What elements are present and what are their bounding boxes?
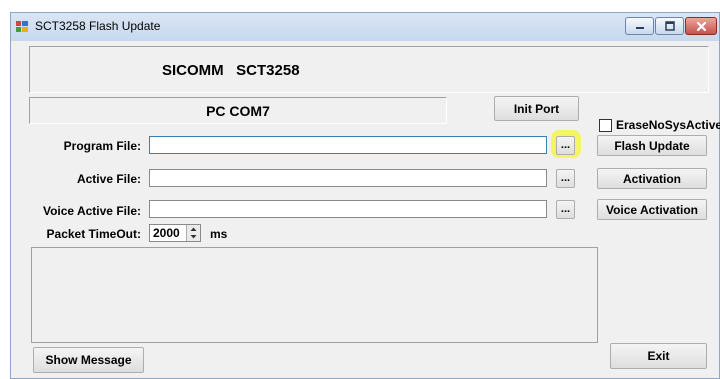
message-log[interactable] xyxy=(31,247,598,343)
spinner-down-icon[interactable] xyxy=(187,233,200,241)
activation-button[interactable]: Activation xyxy=(597,168,707,189)
program-file-browse-button[interactable]: ... xyxy=(556,136,575,155)
erase-no-sys-active-label[interactable]: EraseNoSysActive xyxy=(616,118,720,132)
flash-update-button[interactable]: Flash Update xyxy=(597,135,707,156)
exit-button[interactable]: Exit xyxy=(610,343,707,369)
port-status-text: PC COM7 xyxy=(206,103,270,119)
port-status-panel: PC COM7 xyxy=(29,97,447,124)
minimize-icon xyxy=(635,27,644,29)
title-bar[interactable]: SCT3258 Flash Update xyxy=(11,13,719,41)
device-model-title: SICOMM SCT3258 xyxy=(162,62,300,79)
minimize-button[interactable] xyxy=(625,17,654,35)
packet-timeout-value[interactable]: 2000 xyxy=(153,226,180,240)
spinner-up-icon[interactable] xyxy=(187,225,200,233)
window-title: SCT3258 Flash Update xyxy=(35,19,161,33)
maximize-icon xyxy=(664,21,675,31)
active-file-input[interactable] xyxy=(149,169,547,187)
app-window: SCT3258 Flash Update SICOMM SCT3258 PC C… xyxy=(10,12,720,379)
header-panel: SICOMM SCT3258 xyxy=(29,46,709,93)
maximize-button[interactable] xyxy=(655,17,684,35)
active-file-browse-button[interactable]: ... xyxy=(556,169,575,188)
close-button[interactable] xyxy=(685,17,717,35)
app-icon xyxy=(16,21,28,32)
close-icon xyxy=(696,21,706,31)
init-port-button[interactable]: Init Port xyxy=(494,96,579,121)
active-file-label: Active File: xyxy=(76,172,141,186)
erase-no-sys-active-checkbox[interactable] xyxy=(599,119,612,132)
program-file-input[interactable] xyxy=(149,136,547,154)
voice-active-file-browse-button[interactable]: ... xyxy=(556,200,575,219)
voice-active-file-input[interactable] xyxy=(149,200,547,218)
show-message-button[interactable]: Show Message xyxy=(33,347,144,373)
voice-active-file-label: Voice Active File: xyxy=(42,204,141,218)
voice-activation-button[interactable]: Voice Activation xyxy=(597,199,707,220)
spinner-buttons xyxy=(186,225,200,241)
packet-timeout-spinner[interactable]: 2000 xyxy=(149,224,201,242)
program-file-label: Program File: xyxy=(63,139,141,153)
packet-timeout-unit: ms xyxy=(210,227,228,241)
packet-timeout-label: Packet TimeOut: xyxy=(46,227,141,241)
